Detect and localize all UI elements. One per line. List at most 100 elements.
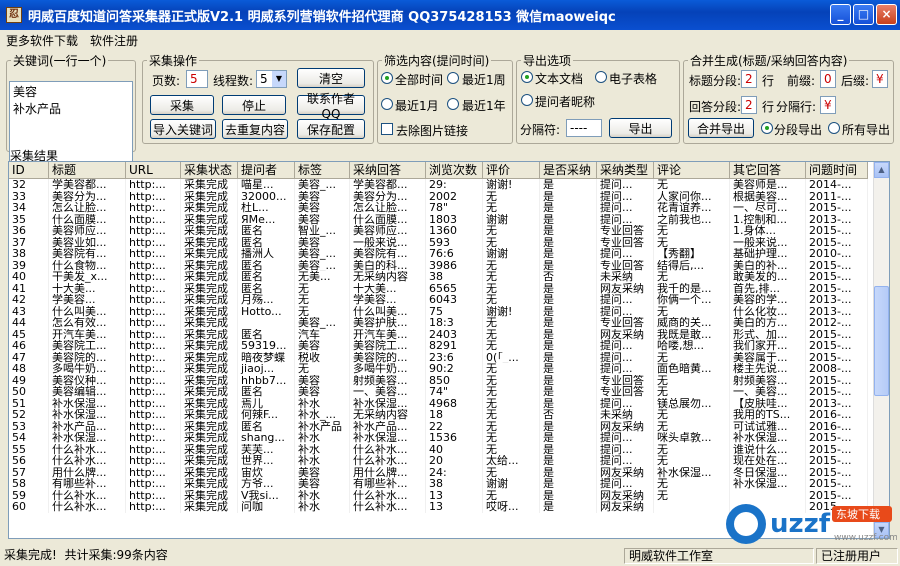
import-keywords-button[interactable]: 导入关键词 <box>150 119 216 139</box>
column-header[interactable]: 采纳类型 <box>597 162 654 178</box>
table-row[interactable]: 56 什么补水... http:... 采集完成 世界... 补水 什么补水... 20 太给.… <box>9 455 868 467</box>
filter-year-radio[interactable] <box>447 98 459 110</box>
table-row[interactable]: 41 十大美... http:... 采集完成 匿名无十大美... 6565 无是网友采纳我… <box>9 282 868 294</box>
scroll-thumb[interactable] <box>874 286 889 396</box>
table-cell: 采集完成 <box>181 236 238 248</box>
stop-button[interactable]: 停止 <box>222 95 286 115</box>
table-row[interactable]: 44 怎么有效... http:... 采集完成 美容_... 美容护肤... 18:3 无是… <box>9 317 868 329</box>
keywords-group: 关键词(一行一个) 美容 补水产品 <box>6 52 136 163</box>
answer-seg-input[interactable]: 2 <box>741 96 757 114</box>
column-header[interactable]: 评价 <box>483 162 540 178</box>
filter-month-radio[interactable] <box>381 98 393 110</box>
table-cell: 采集完成 <box>181 179 238 191</box>
column-header[interactable]: ID <box>9 162 49 178</box>
table-cell <box>654 501 730 513</box>
table-cell: 2015-... <box>806 271 868 283</box>
sepline-input[interactable]: ¥ <box>820 96 836 114</box>
all-export-radio[interactable] <box>828 122 840 134</box>
table-row[interactable]: 35 什么面膜... http:... 采集完成 ЯMe... 美容 什么面膜... 1803… <box>9 213 868 225</box>
column-header[interactable]: 提问者 <box>238 162 295 178</box>
save-config-button[interactable]: 保存配置 <box>297 119 365 139</box>
menu-more-software[interactable]: 更多软件下载 <box>0 30 84 48</box>
maximize-button[interactable]: □ <box>853 4 874 25</box>
table-row[interactable]: 51 补水保湿... http:... 采集完成 焉儿 补水 补水保湿... 4968 无是提问… <box>9 397 868 409</box>
table-cell: 无 <box>483 236 540 248</box>
table-row[interactable]: 42 学美容... http:... 采集完成 月殇... 无学美容... 6043 无是提问… <box>9 294 868 306</box>
table-row[interactable]: 33 美容分为... http:... 采集完成 32000... 美容 美容分为... 20… <box>9 190 868 202</box>
column-header[interactable]: 是否采纳 <box>540 162 597 178</box>
table-row[interactable]: 46 美容院工... http:... 采集完成 59319... 美容 美容院工... 82… <box>9 340 868 352</box>
table-cell: 是 <box>540 386 597 398</box>
vertical-scrollbar[interactable]: ▲ ▼ <box>873 162 889 538</box>
table-cell: http:... <box>126 259 181 271</box>
export-xls-radio[interactable] <box>595 71 607 83</box>
threads-value: 5 <box>260 72 268 86</box>
table-cell: 是 <box>540 248 597 260</box>
contact-author-button[interactable]: 联系作者QQ <box>297 92 365 121</box>
results-table[interactable]: ID 标题 URL 采集状态 提问者 标签 采纳回答 浏览次数 评价 是否采纳 采纳类型 评论 其它回答… <box>8 161 890 539</box>
scroll-up-icon[interactable]: ▲ <box>874 162 889 178</box>
table-cell: http:... <box>126 202 181 214</box>
table-cell: 是 <box>540 328 597 340</box>
column-header[interactable]: 采集状态 <box>181 162 238 178</box>
merge-export-button[interactable]: 合并导出 <box>688 118 754 138</box>
table-row[interactable]: 34 怎么让脸... http:... 采集完成 杜L... 美容 怎么让脸... 78" 无是… <box>9 202 868 214</box>
table-cell: 哎呀... <box>483 501 540 513</box>
export-button[interactable]: 导出 <box>609 118 672 138</box>
table-row[interactable]: 55 什么补水... http:... 采集完成 芙芙... 补水 什么补水... 40 无是提… <box>9 443 868 455</box>
separator-input[interactable]: ---- <box>566 119 602 137</box>
export-txt-radio[interactable] <box>521 71 533 83</box>
table-row[interactable]: 53 补水产品... http:... 采集完成 匿名 补水产品 补水产品... 22 无是网友… <box>9 420 868 432</box>
column-header[interactable]: 采纳回答 <box>350 162 426 178</box>
table-cell: 提问... <box>597 202 654 214</box>
table-row[interactable]: 32 学美容都... http:... 采集完成 喵星... 美容_... 学美容都... 2… <box>9 179 868 191</box>
table-cell: 是 <box>540 236 597 248</box>
suffix-input[interactable]: ¥ <box>872 70 888 88</box>
table-row[interactable]: 49 美容仪种... http:... 采集完成 hhbb7... 美容 射频美容... 85… <box>9 374 868 386</box>
table-cell: 世界... <box>238 455 295 467</box>
table-row[interactable]: 58 有哪些补... http:... 采集完成 方爷... 美容 有哪些补... 38 谢谢是… <box>9 478 868 490</box>
seg-export-radio[interactable] <box>761 122 773 134</box>
column-header[interactable]: 问题时间 <box>806 162 868 178</box>
table-row[interactable]: 54 补水保湿... http:... 采集完成 shang... 补水 补水保湿... 15… <box>9 432 868 444</box>
column-header[interactable]: 标签 <box>295 162 350 178</box>
prefix-input[interactable]: 0 <box>820 70 836 88</box>
table-row[interactable]: 57 用什么牌... http:... 采集完成 宙炊 美容 用什么牌... 24: 无是网友采… <box>9 466 868 478</box>
table-row[interactable]: 38 美容院有... http:... 采集完成 播洲人 美容_... 美容院有... 76:… <box>9 248 868 260</box>
export-asker-radio[interactable] <box>521 94 533 106</box>
table-row[interactable]: 37 美容业如... http:... 采集完成 匿名 美容 一般来说... 593 无是专业回… <box>9 236 868 248</box>
pages-input[interactable]: 5 <box>186 70 208 88</box>
table-cell: 37 <box>9 236 49 248</box>
clear-button[interactable]: 清空 <box>297 68 365 88</box>
table-cell: 无 <box>483 363 540 375</box>
menu-register[interactable]: 软件注册 <box>84 30 144 48</box>
filter-all-radio[interactable] <box>381 72 393 84</box>
collect-legend: 采集操作 <box>149 54 198 68</box>
column-header[interactable]: 标题 <box>49 162 126 178</box>
filter-week-radio[interactable] <box>447 72 459 84</box>
dedupe-button[interactable]: 去重复内容 <box>222 119 288 139</box>
table-cell: 汽车 <box>295 328 350 340</box>
title-seg-input[interactable]: 2 <box>741 70 757 88</box>
table-row[interactable]: 50 美容编辑... http:... 采集完成 匿名 美容 一、美容... 74" 无是专业回… <box>9 386 868 398</box>
close-button[interactable]: × <box>876 4 897 25</box>
table-cell: 什么补水... <box>49 455 126 467</box>
column-header[interactable]: 浏览次数 <box>426 162 483 178</box>
minimize-button[interactable]: _ <box>830 4 851 25</box>
column-header[interactable]: 评论 <box>654 162 730 178</box>
threads-select[interactable]: 5 ▼ <box>256 70 287 88</box>
column-header[interactable]: URL <box>126 162 181 178</box>
table-row[interactable]: 45 开汽车美... http:... 采集完成 匿名 汽车 开汽车美... 2403 无是网友… <box>9 328 868 340</box>
collect-button[interactable]: 采集 <box>150 95 214 115</box>
table-row[interactable]: 47 美容院的... http:... 采集完成 暗夜梦蝶 税收 美容院的... 23:6 0(… <box>9 351 868 363</box>
table-row[interactable]: 43 什么叫美... http:... 采集完成 Hotto... 无什么叫美... 75 谢… <box>9 305 868 317</box>
column-header[interactable]: 其它回答 <box>730 162 806 178</box>
table-cell: 方爷... <box>238 478 295 490</box>
table-cell: 是 <box>540 317 597 329</box>
table-row[interactable]: 40 干美发_x... http:... 采集完成 匿名 无美... 无采纳内容 38 无否未采… <box>9 271 868 283</box>
table-row[interactable]: 52 补水保湿... http:... 采集完成 何辣F... 补水_... 无采纳内容 18… <box>9 409 868 421</box>
remove-images-checkbox[interactable] <box>381 123 393 135</box>
table-row[interactable]: 36 美容师应... http:... 采集完成 匿名 智业_... 美容师应... 1360… <box>9 225 868 237</box>
table-row[interactable]: 48 多喝牛奶... http:... 采集完成 jiaoj... 无多喝牛奶... 90:… <box>9 363 868 375</box>
table-row[interactable]: 39 什么食物... http:... 采集完成 匿名 美容_... 美白的科... 3986… <box>9 259 868 271</box>
